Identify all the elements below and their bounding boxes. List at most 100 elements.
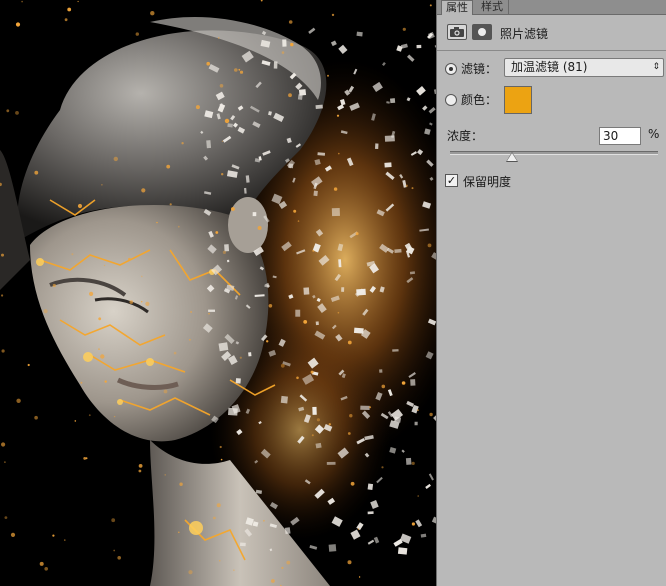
layer-mask-icon[interactable] — [472, 24, 492, 40]
spark — [297, 220, 300, 222]
preserve-luminosity-checkbox[interactable]: ✓ — [445, 174, 458, 187]
tab-styles[interactable]: 样式 — [477, 0, 509, 14]
particle — [425, 483, 431, 489]
spark — [405, 184, 408, 187]
particle — [227, 123, 233, 128]
spark — [401, 381, 406, 385]
spark — [311, 434, 314, 437]
spark — [286, 560, 291, 565]
spark — [80, 381, 83, 384]
spark — [234, 68, 238, 72]
spark — [52, 283, 56, 288]
particle — [382, 62, 386, 67]
particle — [405, 457, 412, 465]
particle — [273, 61, 278, 69]
spark — [347, 340, 352, 345]
particle — [390, 98, 396, 104]
spark — [129, 300, 134, 304]
particle — [389, 447, 397, 454]
particle — [315, 104, 323, 109]
spark — [217, 37, 220, 39]
spark — [83, 457, 87, 460]
spark — [88, 414, 91, 417]
spark — [52, 534, 55, 537]
adjustment-title: 照片滤镜 — [500, 27, 549, 41]
spark — [268, 304, 273, 308]
particle — [309, 545, 318, 550]
spark — [1, 442, 6, 447]
camera-adjustment-icon[interactable] — [447, 24, 467, 40]
properties-panel: 属性 样式 照片滤镜 滤镜： 加温滤镜 (81) ⇕ 颜色： 浓度： 30 % … — [436, 0, 666, 586]
dispersion-portrait-artwork — [0, 0, 436, 586]
spark — [4, 516, 8, 519]
particle — [416, 86, 426, 96]
spark — [215, 231, 219, 234]
color-radio[interactable] — [445, 94, 457, 106]
spark — [98, 348, 100, 350]
spark — [231, 207, 235, 211]
spark — [141, 275, 143, 278]
spark — [145, 301, 150, 306]
particle — [326, 461, 336, 465]
spark — [328, 423, 331, 426]
image-canvas[interactable] — [0, 0, 436, 586]
spark — [333, 187, 338, 191]
spark — [179, 482, 183, 486]
filter-select-value: 加温滤镜 (81) — [511, 60, 588, 74]
particle — [392, 349, 399, 352]
particle — [235, 378, 241, 384]
spark — [113, 156, 119, 162]
particle — [330, 40, 337, 47]
spark — [64, 539, 66, 541]
particle — [420, 533, 427, 538]
spark — [89, 291, 94, 296]
spark — [402, 27, 406, 31]
spark — [77, 203, 83, 209]
particle — [370, 500, 379, 509]
particle — [416, 44, 422, 49]
spark — [173, 351, 177, 355]
spark — [1, 253, 4, 257]
density-slider-track[interactable] — [450, 151, 658, 155]
spark — [218, 559, 221, 562]
particle — [206, 140, 212, 149]
spark — [427, 243, 432, 248]
particle — [338, 259, 342, 268]
spark — [219, 84, 224, 88]
particle — [297, 94, 303, 100]
particle — [353, 327, 364, 334]
spark — [290, 42, 294, 47]
spark — [417, 409, 419, 411]
particle — [313, 190, 318, 197]
spark — [64, 18, 68, 22]
particle — [227, 259, 230, 263]
particle — [248, 352, 252, 357]
spark — [4, 461, 6, 463]
spark — [34, 415, 38, 420]
particle — [379, 369, 383, 373]
ear — [228, 197, 268, 253]
particle — [288, 163, 294, 169]
spark — [411, 522, 415, 526]
spark — [208, 312, 210, 315]
particle — [373, 536, 380, 544]
particle — [401, 449, 405, 453]
filter-radio[interactable] — [445, 63, 457, 75]
filter-select[interactable]: 加温滤镜 (81) ⇕ — [504, 58, 664, 77]
particle — [410, 379, 416, 386]
particle — [360, 405, 370, 411]
spark — [381, 384, 386, 389]
color-swatch[interactable] — [504, 86, 532, 114]
spark — [34, 170, 39, 175]
spark — [358, 576, 361, 578]
density-input[interactable]: 30 — [599, 127, 641, 145]
tab-properties[interactable]: 属性 — [441, 0, 473, 15]
spark — [189, 339, 191, 341]
spark — [417, 495, 420, 497]
spark — [113, 549, 116, 552]
density-slider-thumb[interactable] — [507, 153, 518, 161]
particle — [315, 321, 319, 326]
spark — [156, 221, 158, 224]
spark — [263, 519, 265, 522]
particle — [428, 473, 434, 481]
